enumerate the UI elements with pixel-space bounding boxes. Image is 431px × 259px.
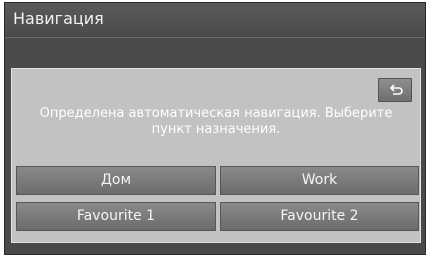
destination-dialog: Определена автоматическая навигация. Выб… <box>11 68 421 243</box>
dialog-message: Определена автоматическая навигация. Выб… <box>39 106 393 137</box>
favourite-2-button[interactable]: Favourite 2 <box>220 202 419 231</box>
back-button[interactable] <box>378 78 412 102</box>
work-button[interactable]: Work <box>220 166 419 195</box>
home-button[interactable]: Дом <box>16 166 216 195</box>
navigation-screen: Навигация Определена автоматическая нави… <box>4 2 426 255</box>
screenshot-frame: Навигация Определена автоматическая нави… <box>0 0 431 259</box>
screen-title: Навигация <box>13 9 104 28</box>
return-arrow-icon <box>389 84 403 95</box>
favourite-1-button[interactable]: Favourite 1 <box>16 202 216 231</box>
title-bar: Навигация <box>5 3 425 38</box>
